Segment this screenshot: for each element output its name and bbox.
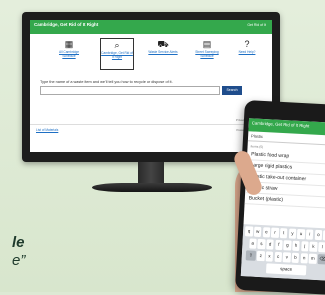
key[interactable]: r <box>271 227 280 238</box>
key[interactable]: l <box>318 242 325 253</box>
desktop-monitor: Cambridge, Get Rid of It Right Get Rid o… <box>22 12 280 162</box>
search-prompt: Type the name of a waste item and we'll … <box>40 80 173 84</box>
mobile-screen: Cambridge, Get Rid of It Right Plastic I… <box>240 118 325 281</box>
key[interactable]: m <box>308 253 317 264</box>
key[interactable]: w <box>253 226 262 238</box>
nav-item-label: Street Sweeping Schedule <box>195 50 219 58</box>
key[interactable]: h <box>292 240 301 252</box>
key[interactable]: a <box>248 238 257 249</box>
magnifier-icon: ⌕ <box>114 40 120 50</box>
desktop-header-right[interactable]: Get Rid of It <box>247 23 266 27</box>
desktop-header-title: Cambridge, Get Rid of It Right <box>34 22 99 27</box>
nav-item-label: All Cambridge Schedule <box>58 50 80 58</box>
nav-item-street-sweeping[interactable]: ▤ Street Sweeping Schedule <box>190 38 224 70</box>
shift-key-icon[interactable]: ⇧ <box>245 250 257 261</box>
key[interactable]: v <box>282 252 291 263</box>
nav-item-get-rid-of-it[interactable]: ⌕ Cambridge, Get Rid of It Right <box>100 38 134 70</box>
nav-item-schedule[interactable]: ▦ All Cambridge Schedule <box>52 38 86 70</box>
footer-divider <box>30 124 272 125</box>
key[interactable]: j <box>300 241 309 252</box>
sweeper-icon: ▤ <box>202 39 212 49</box>
mobile-phone: Cambridge, Get Rid of It Right Plastic I… <box>235 100 325 295</box>
key[interactable]: x <box>265 251 274 262</box>
backspace-key-icon[interactable]: ⌫ <box>317 254 325 265</box>
tagline-line-1: le <box>12 234 25 251</box>
key[interactable]: g <box>283 240 292 251</box>
search-input[interactable] <box>40 86 220 95</box>
key[interactable]: n <box>300 253 309 264</box>
monitor-stand-neck <box>138 162 164 184</box>
key[interactable]: q <box>245 226 254 237</box>
space-key[interactable]: space <box>265 263 307 276</box>
keyboard-row-4: space <box>241 262 325 277</box>
list-of-materials-link[interactable]: List of Materials <box>36 128 58 132</box>
key[interactable]: t <box>279 228 288 239</box>
desktop-header: Cambridge, Get Rid of It Right Get Rid o… <box>30 20 272 34</box>
help-icon: ? <box>244 39 250 49</box>
monitor-stand-base <box>92 183 212 192</box>
key[interactable]: e <box>262 227 271 238</box>
key[interactable]: f <box>274 239 283 251</box>
key[interactable]: d <box>266 239 275 250</box>
key[interactable]: b <box>291 252 300 264</box>
key[interactable]: o <box>314 229 323 241</box>
truck-icon: ⛟ <box>157 39 169 49</box>
key[interactable]: c <box>274 251 283 263</box>
on-screen-keyboard: q w e r t y u i o p a s d f g h j k l <box>240 224 325 281</box>
calendar-icon: ▦ <box>64 39 74 49</box>
nav-item-label: Cambridge, Get Rid of It Right <box>101 51 133 59</box>
tagline-line-2: e” <box>12 252 26 269</box>
desktop-nav: ▦ All Cambridge Schedule ⌕ Cambridge, Ge… <box>30 38 272 74</box>
search-button[interactable]: Search <box>222 86 242 95</box>
key[interactable]: k <box>309 241 318 252</box>
key[interactable]: u <box>297 228 306 240</box>
key[interactable]: i <box>305 229 314 240</box>
nav-item-help[interactable]: ? Need Help? <box>230 38 264 70</box>
nav-item-label: Need Help? <box>238 50 256 54</box>
nav-item-alerts[interactable]: ⛟ Waste Service Alerts <box>146 38 180 70</box>
nav-item-label: Waste Service Alerts <box>148 50 178 54</box>
key[interactable]: y <box>288 228 297 239</box>
desktop-screen: Cambridge, Get Rid of It Right Get Rid o… <box>30 20 272 152</box>
key[interactable]: s <box>257 238 266 250</box>
key[interactable]: z <box>256 250 265 262</box>
